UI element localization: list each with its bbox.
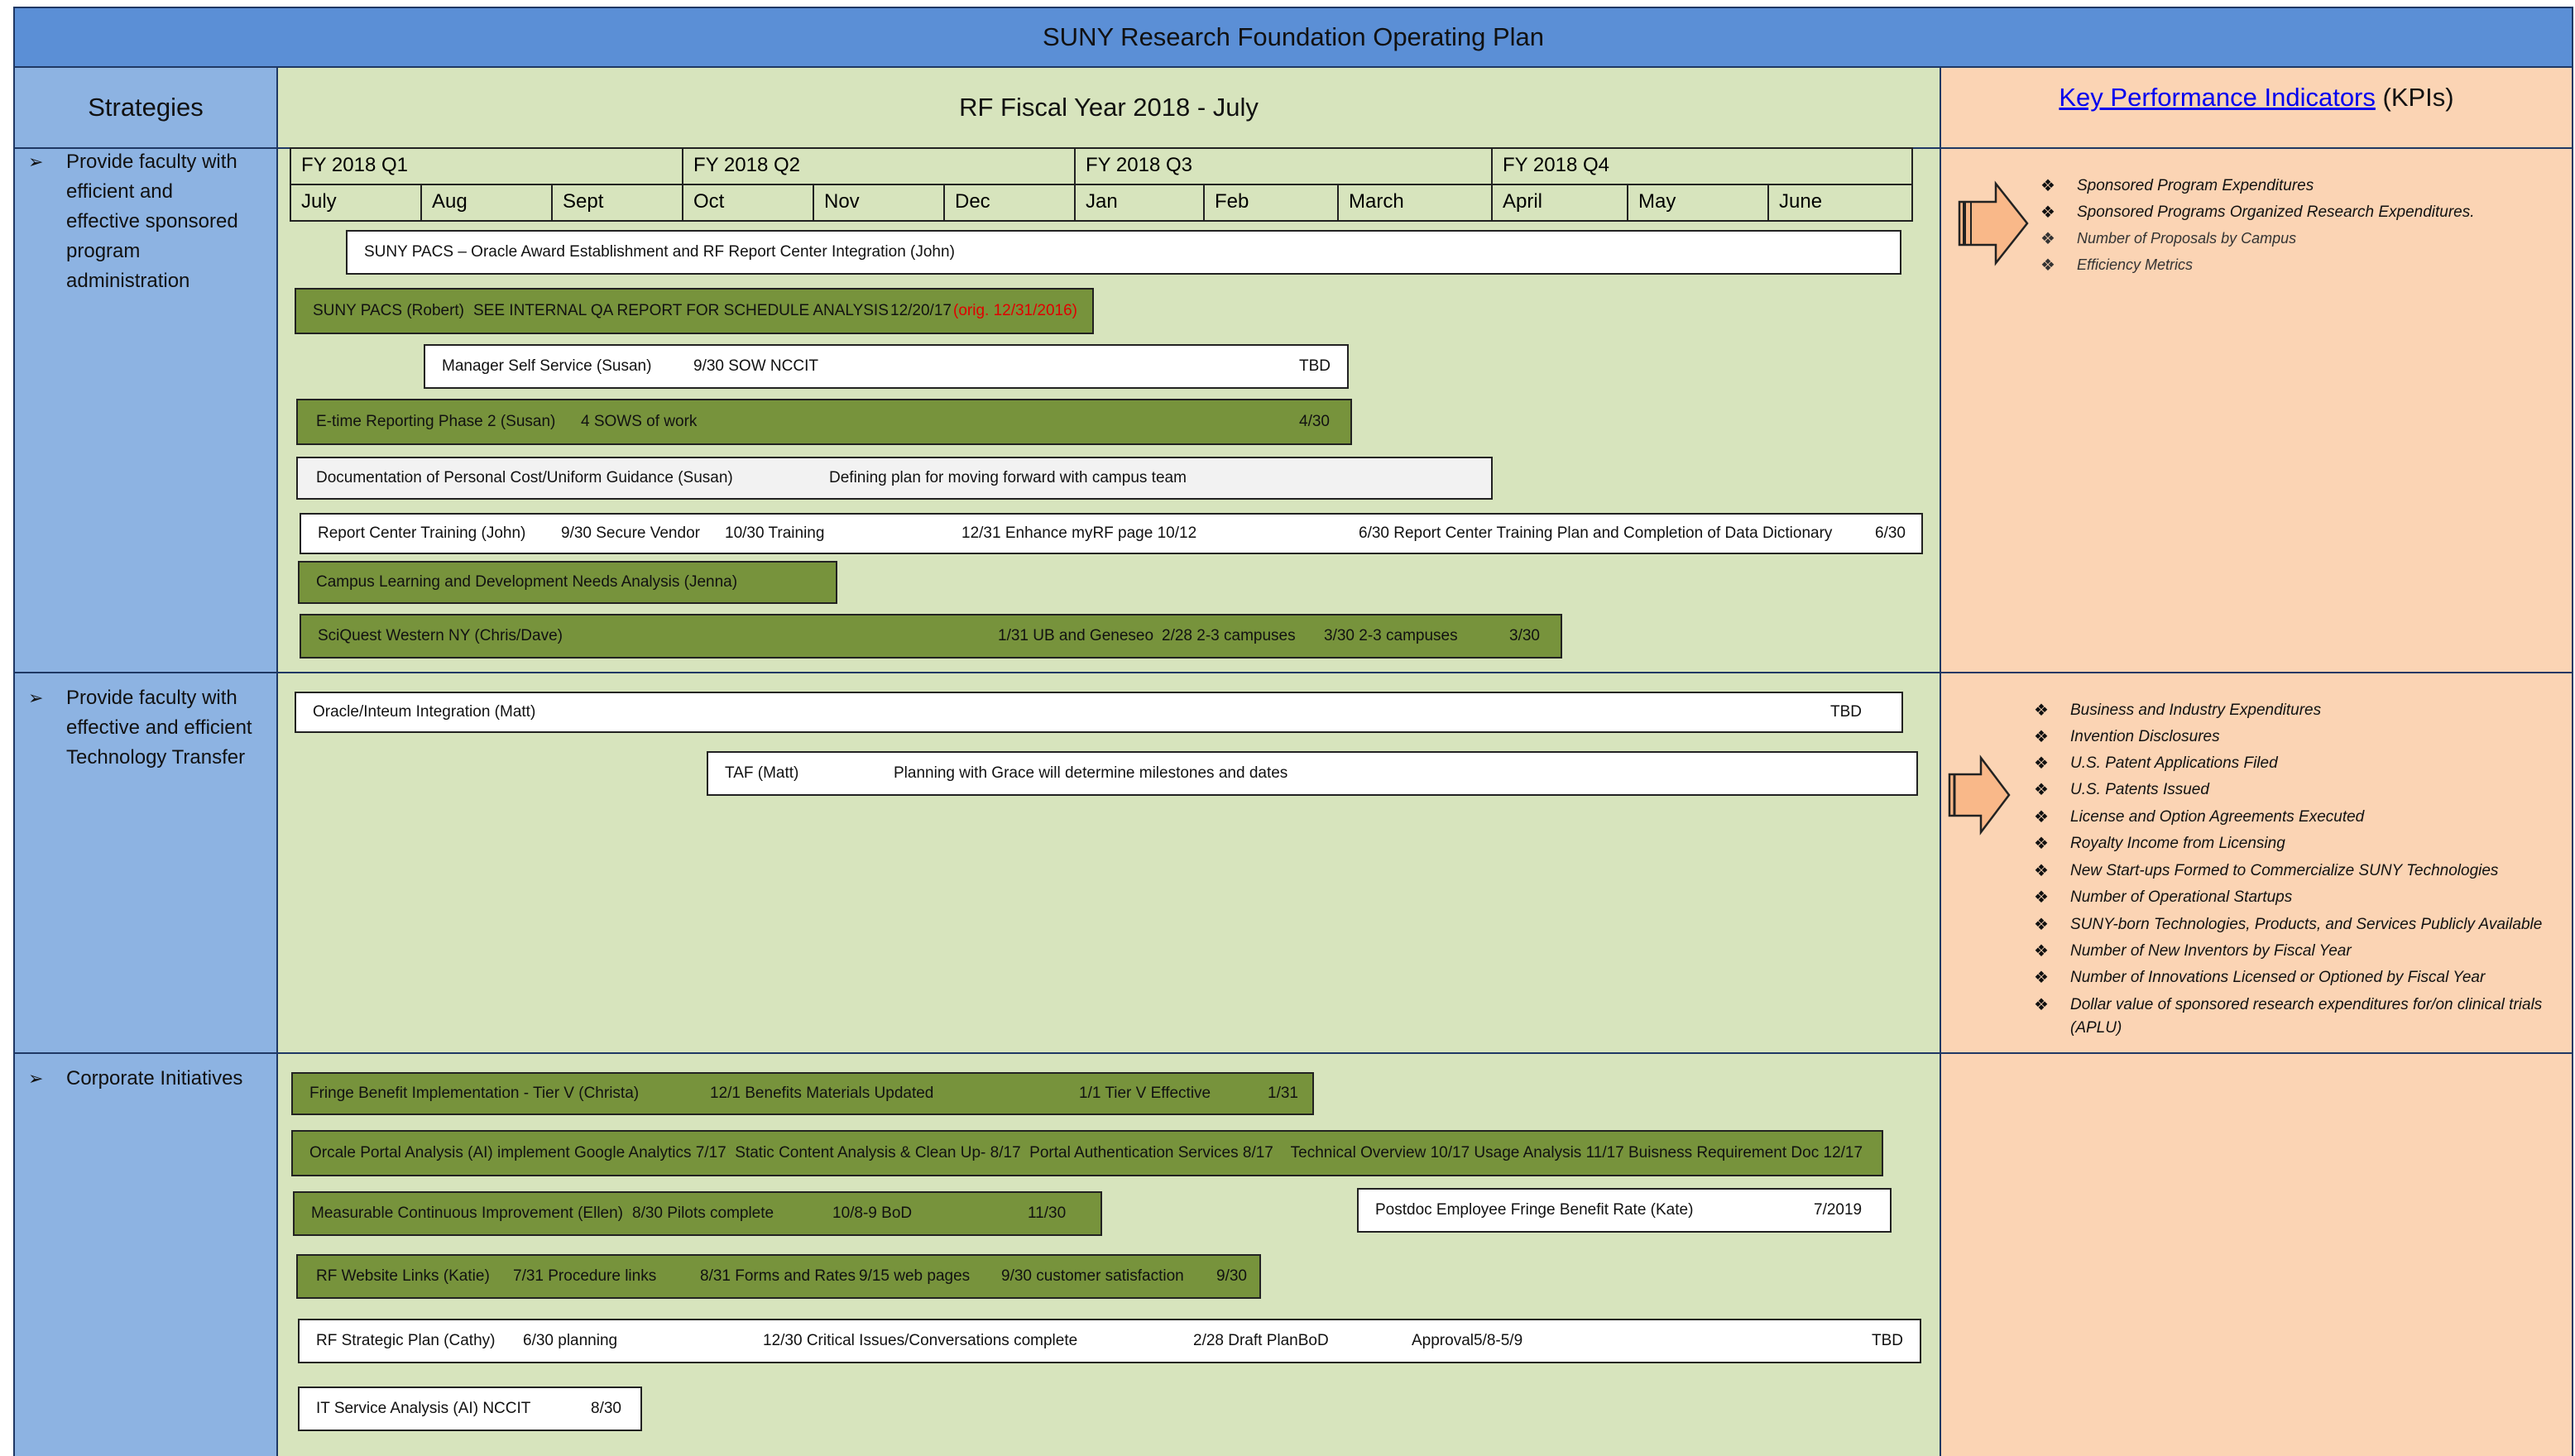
diamond-bullet-icon: ❖ bbox=[2040, 204, 2055, 222]
diamond-bullet-icon: ❖ bbox=[2034, 969, 2049, 987]
month-sept: Sept bbox=[553, 185, 683, 222]
month-aug: Aug bbox=[422, 185, 553, 222]
kpi-link[interactable]: Key Performance Indicators bbox=[2059, 83, 2376, 113]
task-bar-report-center-training[interactable]: Report Center Training (John) 9/30 Secur… bbox=[300, 513, 1923, 554]
task-bar-pacs-oracle[interactable]: SUNY PACS – Oracle Award Establishment a… bbox=[346, 230, 1901, 275]
task-bar-strategic-plan[interactable]: RF Strategic Plan (Cathy) 6/30 planning … bbox=[298, 1319, 1921, 1363]
month-june: June bbox=[1779, 190, 1823, 213]
strategy-3-text: Corporate Initiatives bbox=[66, 1067, 243, 1090]
diamond-bullet-icon: ❖ bbox=[2034, 862, 2049, 880]
task-bar-etime-reporting[interactable]: E-time Reporting Phase 2 (Susan) 4 SOWS … bbox=[296, 399, 1352, 445]
strategy-2-text: Provide faculty with effective and effic… bbox=[66, 687, 252, 769]
kpi-list-1: ❖ Sponsored Program Expenditures ❖ Sponsor… bbox=[2040, 177, 2475, 275]
task-bar-fringe-benefit[interactable]: Fringe Benefit Implementation - Tier V (… bbox=[291, 1072, 1314, 1115]
month-nov: Nov bbox=[814, 185, 945, 222]
task-bar-sciquest[interactable]: SciQuest Western NY (Chris/Dave) 1/31 UB… bbox=[300, 614, 1562, 659]
diamond-bullet-icon: ❖ bbox=[2034, 781, 2049, 799]
diamond-bullet-icon: ❖ bbox=[2034, 888, 2049, 907]
month-march: March bbox=[1339, 185, 1493, 222]
month-jan: Jan bbox=[1076, 185, 1205, 222]
diamond-bullet-icon: ❖ bbox=[2034, 942, 2049, 960]
diamond-bullet-icon: ❖ bbox=[2040, 177, 2055, 195]
kpi-list-2: ❖ Business and Industry Expenditures ❖ Inv… bbox=[2034, 702, 2543, 1037]
month-may: May bbox=[1628, 185, 1769, 222]
diamond-bullet-icon: ❖ bbox=[2034, 808, 2049, 826]
month-feb: Feb bbox=[1205, 185, 1339, 222]
diamond-bullet-icon: ❖ bbox=[2040, 256, 2055, 275]
quarter-q4: FY 2018 Q4 bbox=[1493, 149, 1911, 185]
diamond-bullet-icon: ❖ bbox=[2034, 996, 2049, 1014]
page-title: SUNY Research Foundation Operating Plan bbox=[13, 7, 2573, 68]
strategy-2: ➢ Provide faculty with effective and eff… bbox=[15, 683, 276, 783]
diamond-bullet-icon: ❖ bbox=[2034, 835, 2049, 853]
diamond-bullet-icon: ❖ bbox=[2034, 916, 2049, 934]
task-bar-orcale-portal[interactable]: Orcale Portal Analysis (AI) implement Go… bbox=[291, 1130, 1883, 1176]
bullet-arrow-icon: ➢ bbox=[28, 1068, 44, 1089]
strategy-1: ➢ Provide faculty with efficient and eff… bbox=[15, 147, 276, 292]
right-arrow-icon bbox=[1958, 180, 2029, 266]
bullet-arrow-icon: ➢ bbox=[28, 151, 44, 172]
task-bar-continuous-improvement[interactable]: Measurable Continuous Improvement (Ellen… bbox=[293, 1191, 1102, 1236]
month-oct: Oct bbox=[683, 185, 814, 222]
quarter-q1: FY 2018 Q1 bbox=[291, 149, 683, 185]
strategy-3: ➢ Corporate Initiatives bbox=[15, 1064, 276, 1105]
kpi-header-suffix: (KPIs) bbox=[2375, 83, 2454, 112]
task-bar-website-links[interactable]: RF Website Links (Katie) 7/31 Procedure … bbox=[296, 1254, 1261, 1299]
diamond-bullet-icon: ❖ bbox=[2034, 702, 2049, 720]
task-bar-postdoc[interactable]: Postdoc Employee Fringe Benefit Rate (Ka… bbox=[1357, 1188, 1892, 1233]
quarter-q2: FY 2018 Q2 bbox=[683, 149, 1076, 185]
kpi-header: Key Performance Indicators (KPIs) bbox=[1941, 68, 2572, 127]
task-bar-it-service[interactable]: IT Service Analysis (AI) NCCIT 8/30 bbox=[298, 1387, 642, 1431]
original-date-label: (orig. 12/31/2016) bbox=[953, 302, 1077, 319]
quarter-q3: FY 2018 Q3 bbox=[1076, 149, 1493, 185]
task-bar-documentation[interactable]: Documentation of Personal Cost/Uniform G… bbox=[296, 457, 1493, 500]
task-bar-pacs-robert[interactable]: SUNY PACS (Robert) SEE INTERNAL QA REPOR… bbox=[295, 288, 1094, 334]
diamond-bullet-icon: ❖ bbox=[2040, 230, 2055, 248]
strategies-header: Strategies bbox=[88, 93, 204, 122]
month-april: April bbox=[1493, 185, 1628, 222]
task-bar-taf[interactable]: TAF (Matt) Planning with Grace will dete… bbox=[707, 751, 1918, 796]
task-bar-oracle-inteum[interactable]: Oracle/Inteum Integration (Matt) TBD bbox=[295, 692, 1903, 733]
month-july: July bbox=[291, 185, 422, 222]
month-dec: Dec bbox=[945, 185, 1076, 222]
fiscal-year-header: RF Fiscal Year 2018 - July bbox=[959, 93, 1259, 122]
strategy-1-text: Provide faculty with efficient and effec… bbox=[66, 151, 238, 292]
bullet-arrow-icon: ➢ bbox=[28, 687, 44, 708]
right-arrow-icon bbox=[1948, 754, 2011, 836]
diamond-bullet-icon: ❖ bbox=[2034, 728, 2049, 746]
task-bar-manager-self-service[interactable]: Manager Self Service (Susan) 9/30 SOW NC… bbox=[424, 344, 1349, 389]
task-bar-campus-learning[interactable]: Campus Learning and Development Needs An… bbox=[298, 561, 837, 604]
diamond-bullet-icon: ❖ bbox=[2034, 754, 2049, 773]
calendar-grid: FY 2018 Q1 FY 2018 Q2 FY 2018 Q3 FY 2018… bbox=[290, 147, 1913, 222]
